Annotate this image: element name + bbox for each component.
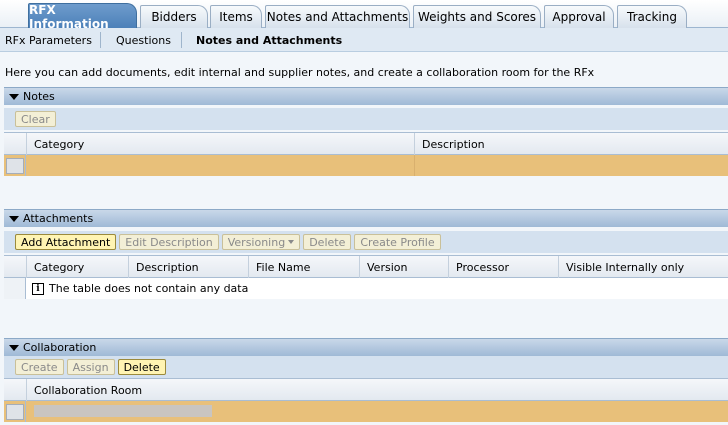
tab-bidders[interactable]: Bidders [140, 5, 208, 28]
notes-table-header: Category Description [4, 133, 728, 155]
tab-tracking[interactable]: Tracking [617, 5, 687, 28]
create-profile-button[interactable]: Create Profile [354, 234, 441, 250]
column-header-collaboration-room[interactable]: Collaboration Room [26, 379, 728, 401]
subtab-questions[interactable]: Questions [114, 28, 173, 52]
row-selector [4, 278, 26, 299]
edit-description-button[interactable]: Edit Description [119, 234, 219, 250]
column-header-file-name[interactable]: File Name [248, 256, 359, 278]
row-selector[interactable] [4, 155, 26, 176]
collaboration-section-header[interactable]: Collaboration [4, 338, 728, 356]
column-header-description[interactable]: Description [414, 133, 728, 155]
attachments-toolbar: Add Attachment Edit Description Versioni… [4, 231, 728, 253]
row-selector[interactable] [4, 401, 26, 422]
versioning-label: Versioning [227, 235, 286, 249]
collapse-triangle-icon[interactable] [9, 344, 19, 351]
collapse-triangle-icon[interactable] [9, 93, 19, 100]
create-button[interactable]: Create [15, 359, 64, 375]
delete-attachment-button[interactable]: Delete [303, 234, 352, 250]
attachments-table: Category Description File Name Version P… [4, 255, 728, 299]
collaboration-table: Collaboration Room [4, 378, 728, 422]
table-row[interactable] [4, 401, 728, 422]
add-attachment-button[interactable]: Add Attachment [15, 234, 117, 250]
info-icon: i [32, 282, 44, 295]
tab-rfx-information[interactable]: RFX Information [28, 3, 137, 31]
column-header-description[interactable]: Description [128, 256, 248, 278]
sub-tab-strip: RFx Parameters Questions Notes and Attac… [0, 28, 728, 52]
collaboration-section-title: Collaboration [23, 341, 97, 354]
dropdown-arrow-icon [288, 240, 295, 244]
column-header-category[interactable]: Category [26, 133, 414, 155]
tab-notes-and-attachments[interactable]: Notes and Attachments [265, 5, 410, 28]
column-header-processor[interactable]: Processor [448, 256, 558, 278]
notes-toolbar: Clear [4, 108, 728, 130]
column-header-category[interactable]: Category [26, 256, 128, 278]
collapse-triangle-icon[interactable] [9, 215, 19, 222]
notes-table: Category Description [4, 132, 728, 176]
tab-weights-and-scores[interactable]: Weights and Scores [413, 5, 541, 28]
clear-button[interactable]: Clear [15, 111, 56, 127]
intro-text: Here you can add documents, edit interna… [5, 66, 595, 79]
empty-table-row: i The table does not contain any data [4, 278, 728, 299]
collaboration-table-header: Collaboration Room [4, 379, 728, 401]
versioning-dropdown-button[interactable]: Versioning [221, 234, 301, 250]
column-header-version[interactable]: Version [359, 256, 448, 278]
table-row[interactable] [4, 155, 728, 176]
tab-items[interactable]: Items [210, 5, 262, 28]
subtab-separator [100, 32, 101, 48]
collaboration-room-value [34, 405, 212, 417]
subtab-rfx-parameters[interactable]: RFx Parameters [3, 28, 94, 52]
attachments-section-title: Attachments [23, 212, 94, 225]
collaboration-toolbar: Create Assign Delete [4, 356, 728, 378]
notes-section-header[interactable]: Notes [4, 87, 728, 105]
subtab-separator [181, 32, 182, 48]
empty-table-message: The table does not contain any data [49, 282, 249, 295]
attachments-section-header[interactable]: Attachments [4, 209, 728, 227]
notes-section-title: Notes [23, 90, 55, 103]
delete-collaboration-button[interactable]: Delete [117, 359, 166, 375]
subtab-notes-and-attachments[interactable]: Notes and Attachments [194, 28, 344, 52]
column-header-visible-internally-only[interactable]: Visible Internally only [558, 256, 728, 278]
main-tab-strip: RFX Information Bidders Items Notes and … [0, 0, 728, 31]
attachments-table-header: Category Description File Name Version P… [4, 256, 728, 278]
tab-approval[interactable]: Approval [544, 5, 614, 28]
assign-button[interactable]: Assign [66, 359, 115, 375]
